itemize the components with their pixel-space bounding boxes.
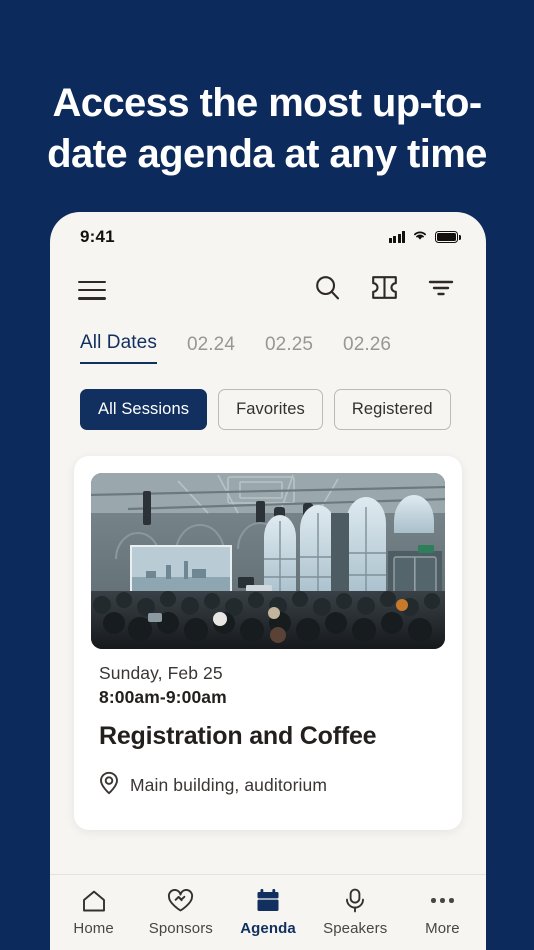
nav-label-home: Home [73,919,114,937]
filter-icon [428,278,454,303]
map-pin-icon [99,771,119,800]
session-location-text: Main building, auditorium [130,775,328,795]
hamburger-menu-button[interactable] [78,280,106,300]
ticket-icon [371,275,398,305]
nav-label-speakers: Speakers [323,919,388,937]
search-icon [314,274,341,306]
session-card[interactable]: Sunday, Feb 25 8:00am-9:00am Registratio… [74,456,462,830]
date-tab-0226[interactable]: 02.26 [343,334,391,364]
hamburger-menu-icon [78,280,106,300]
wifi-icon [412,228,428,246]
app-toolbar [50,262,486,318]
chip-registered[interactable]: Registered [333,389,451,430]
chip-favorites[interactable]: Favorites [218,389,323,430]
search-button[interactable] [314,274,341,306]
status-bar: 9:41 [50,212,486,262]
session-date: Sunday, Feb 25 [99,663,223,683]
date-tabs: All Dates 02.24 02.25 02.26 [50,318,486,364]
status-bar-time: 9:41 [80,227,115,246]
nav-item-home[interactable]: Home [50,875,137,950]
nav-label-sponsors: Sponsors [148,919,213,937]
session-time: 8:00am-9:00am [99,687,227,707]
bottom-navigation: Home Sponsors Agenda Speakers More [50,874,486,950]
nav-item-agenda[interactable]: Agenda [224,875,311,950]
session-title: Registration and Coffee [99,722,377,750]
page-headline: Access the most up-to-date agenda at any… [47,81,487,177]
session-card-body: Sunday, Feb 25 8:00am-9:00am Registratio… [91,649,445,800]
calendar-icon [255,889,281,913]
nav-item-more[interactable]: More [399,875,486,950]
ellipsis-icon [431,889,454,913]
chip-all-sessions[interactable]: All Sessions [80,389,208,430]
phone-mockup: 9:41 All Dates 02.24 02.25 02.26 All Ses… [50,212,486,950]
nav-label-agenda: Agenda [240,919,296,937]
cellular-signal-icon [388,231,405,243]
session-photo [91,473,445,649]
nav-label-more: More [425,919,460,937]
filter-button[interactable] [428,278,454,303]
session-list: Sunday, Feb 25 8:00am-9:00am Registratio… [50,430,486,874]
nav-item-sponsors[interactable]: Sponsors [137,875,224,950]
date-tab-0224[interactable]: 02.24 [187,334,235,364]
tickets-button[interactable] [371,275,398,305]
date-tab-all-dates[interactable]: All Dates [80,332,157,364]
filter-chips: All Sessions Favorites Registered [50,364,486,430]
home-icon [81,889,107,913]
date-tab-0225[interactable]: 02.25 [265,334,313,364]
microphone-icon [344,888,366,913]
nav-item-speakers[interactable]: Speakers [312,875,399,950]
battery-full-icon [435,231,461,243]
status-bar-icons [388,228,461,246]
session-location: Main building, auditorium [99,771,437,800]
toolbar-actions [314,274,454,306]
heart-handshake-icon [167,888,194,913]
